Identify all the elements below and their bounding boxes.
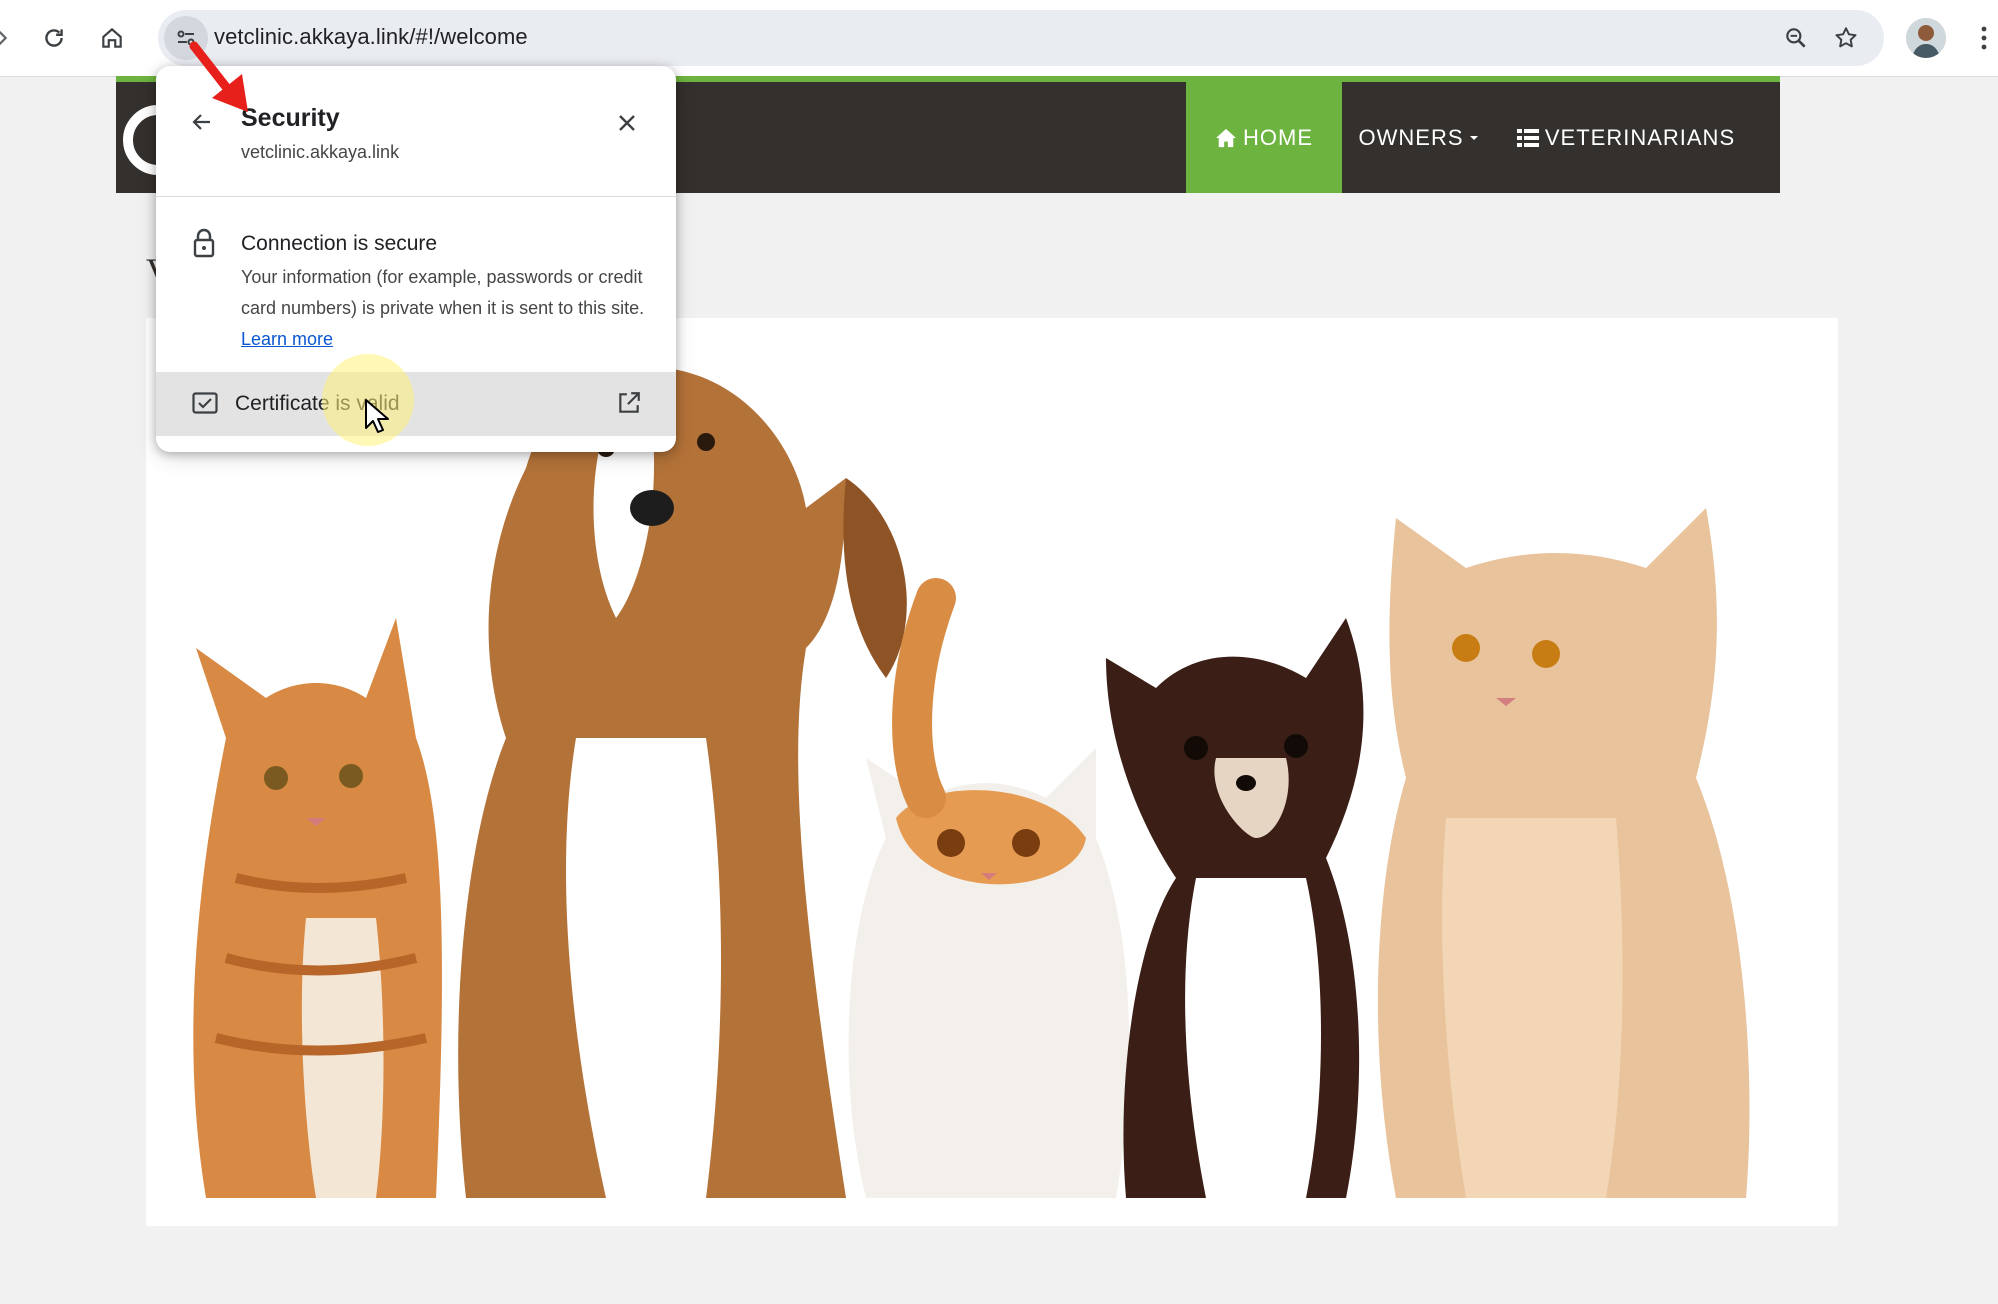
reload-icon[interactable] <box>34 18 74 58</box>
connection-description: Your information (for example, passwords… <box>241 262 651 355</box>
list-icon <box>1516 128 1539 147</box>
nav-home-label: HOME <box>1243 124 1313 150</box>
chihuahua-dog <box>1106 618 1364 1198</box>
ginger-cat <box>193 618 442 1198</box>
exotic-kitten <box>848 578 1130 1198</box>
certificate-row[interactable]: Certificate is valid <box>156 372 676 436</box>
caret-down-icon <box>1469 135 1478 140</box>
home-icon <box>1216 128 1236 147</box>
popup-divider <box>156 196 676 197</box>
nav-vets-label: VETERINARIANS <box>1544 124 1736 150</box>
connection-body-text: Your information (for example, passwords… <box>241 267 645 318</box>
open-in-new-icon[interactable] <box>616 390 642 421</box>
red-annotation-arrow-icon <box>186 40 256 125</box>
more-vert-icon[interactable] <box>1964 18 1998 58</box>
nav-owners-label: OWNERS <box>1358 124 1464 150</box>
learn-more-link[interactable]: Learn more <box>241 329 333 349</box>
nav-home[interactable]: HOME <box>1186 82 1342 193</box>
nav-owners-dropdown[interactable]: OWNERS <box>1342 82 1502 193</box>
forward-icon[interactable] <box>0 18 22 58</box>
mouse-cursor-icon <box>364 398 390 439</box>
lock-icon <box>192 228 216 263</box>
home-icon[interactable] <box>92 18 132 58</box>
pets-image <box>146 318 1838 1226</box>
certificate-check-icon <box>192 392 218 419</box>
cream-cat <box>1377 508 1750 1198</box>
nav-veterinarians[interactable]: VETERINARIANS <box>1502 82 1750 193</box>
popup-domain: vetclinic.akkaya.link <box>241 142 400 162</box>
profile-avatar[interactable] <box>1906 18 1946 58</box>
brown-dog <box>458 366 907 1198</box>
address-bar[interactable]: vetclinic.akkaya.link/#!/welcome <box>158 10 1884 66</box>
close-icon[interactable] <box>610 106 644 140</box>
url-text[interactable]: vetclinic.akkaya.link/#!/welcome <box>214 24 528 50</box>
bookmark-star-icon[interactable] <box>1826 18 1866 58</box>
connection-title: Connection is secure <box>241 232 438 255</box>
zoom-icon[interactable] <box>1776 18 1816 58</box>
